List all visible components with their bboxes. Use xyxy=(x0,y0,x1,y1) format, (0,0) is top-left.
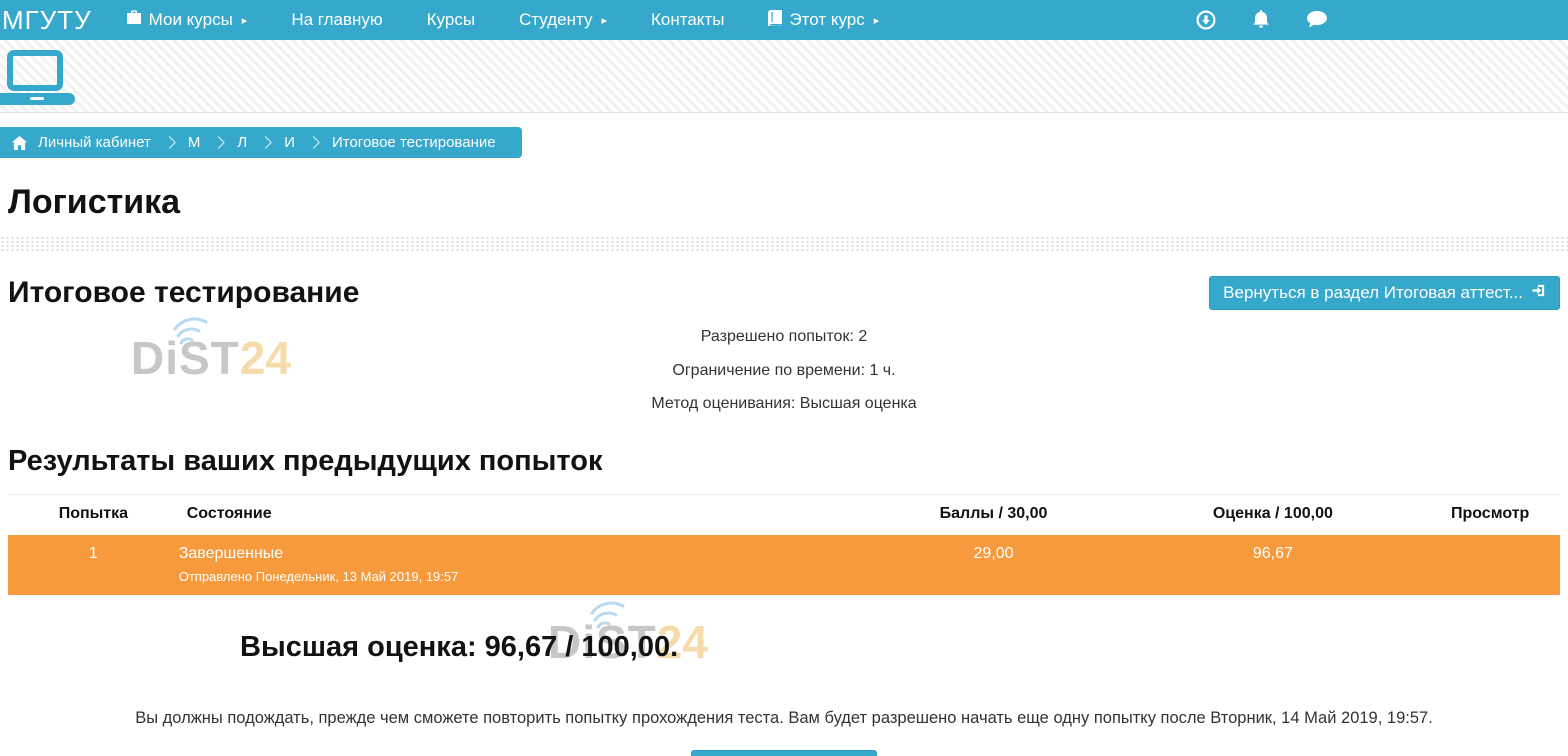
navbar-right-icons xyxy=(1196,10,1328,30)
final-grade-text: Высшая оценка: 96,67 / 100,00. xyxy=(0,617,1568,664)
wait-message: Вы должны подождать, прежде чем сможете … xyxy=(0,709,1568,728)
col-header-review: Просмотр xyxy=(1420,494,1560,535)
nav-item-courses[interactable]: Курсы xyxy=(427,10,475,30)
arrow-down-circle-icon[interactable] xyxy=(1196,10,1216,30)
grading-method-text: Метод оценивания: Высшая оценка xyxy=(0,387,1568,421)
book-icon xyxy=(768,10,782,31)
top-navbar: МГУТУ Мои курсы ▸ На главную Курсы Студе… xyxy=(0,0,1568,40)
header-banner xyxy=(0,40,1568,113)
bell-icon[interactable] xyxy=(1252,10,1270,30)
chevron-right-icon xyxy=(307,136,320,149)
caret-icon: ▸ xyxy=(601,14,607,27)
nav-item-my-courses[interactable]: Мои курсы ▸ xyxy=(126,10,248,30)
breadcrumb-i[interactable]: И xyxy=(284,134,295,151)
quiz-title: Итоговое тестирование xyxy=(8,276,359,310)
chevron-right-icon xyxy=(259,136,272,149)
results-heading: Результаты ваших предыдущих попыток xyxy=(8,445,1568,478)
col-header-state: Состояние xyxy=(179,494,862,535)
attempts-table: Попытка Состояние Баллы / 30,00 Оценка /… xyxy=(8,494,1560,595)
briefcase-icon xyxy=(126,10,142,30)
table-row: 1 Завершенные Отправлено Понедельник, 13… xyxy=(8,535,1560,595)
attempt-grade-cell: 96,67 xyxy=(1125,535,1420,595)
attempt-marks-cell: 29,00 xyxy=(862,535,1126,595)
chevron-right-icon xyxy=(212,136,225,149)
sign-in-icon xyxy=(1531,283,1546,303)
return-to-section-button[interactable]: Вернуться в раздел Итоговая аттест... xyxy=(1209,276,1560,310)
quiz-info-block: DiST24 Разрешено попыток: 2 Ограничение … xyxy=(0,320,1568,421)
nav-item-student[interactable]: Студенту ▸ xyxy=(519,10,607,30)
chevron-right-icon xyxy=(163,136,176,149)
nav-item-home[interactable]: На главную xyxy=(291,10,382,30)
caret-icon: ▸ xyxy=(874,14,880,27)
breadcrumb: Личный кабинет М Л И Итоговое тестирован… xyxy=(0,127,522,158)
page-title: Логистика xyxy=(8,183,1568,222)
back-to-course-button[interactable]: Вернуться к курсу xyxy=(691,750,877,756)
chat-bubble-icon[interactable] xyxy=(1306,10,1328,30)
nav-item-this-course[interactable]: Этот курс ▸ xyxy=(768,10,879,31)
time-limit-text: Ограничение по времени: 1 ч. xyxy=(0,354,1568,388)
col-header-marks: Баллы / 30,00 xyxy=(862,494,1126,535)
caret-icon: ▸ xyxy=(242,14,248,27)
attempt-state-cell: Завершенные Отправлено Понедельник, 13 М… xyxy=(179,535,862,595)
attempts-allowed-text: Разрешено попыток: 2 xyxy=(0,320,1568,354)
dotted-divider xyxy=(0,236,1568,251)
attempt-review-cell xyxy=(1420,535,1560,595)
breadcrumb-dashboard[interactable]: Личный кабинет xyxy=(38,134,151,151)
brand-logo[interactable]: МГУТУ xyxy=(0,5,104,36)
breadcrumb-l[interactable]: Л xyxy=(237,134,247,151)
table-header-row: Попытка Состояние Баллы / 30,00 Оценка /… xyxy=(8,494,1560,535)
col-header-grade: Оценка / 100,00 xyxy=(1125,494,1420,535)
breadcrumb-m[interactable]: М xyxy=(188,134,201,151)
attempt-number-cell: 1 xyxy=(8,535,179,595)
col-header-attempt: Попытка xyxy=(8,494,179,535)
home-icon[interactable] xyxy=(12,136,27,150)
nav-item-contacts[interactable]: Контакты xyxy=(651,10,724,30)
breadcrumb-current: Итоговое тестирование xyxy=(332,134,496,151)
